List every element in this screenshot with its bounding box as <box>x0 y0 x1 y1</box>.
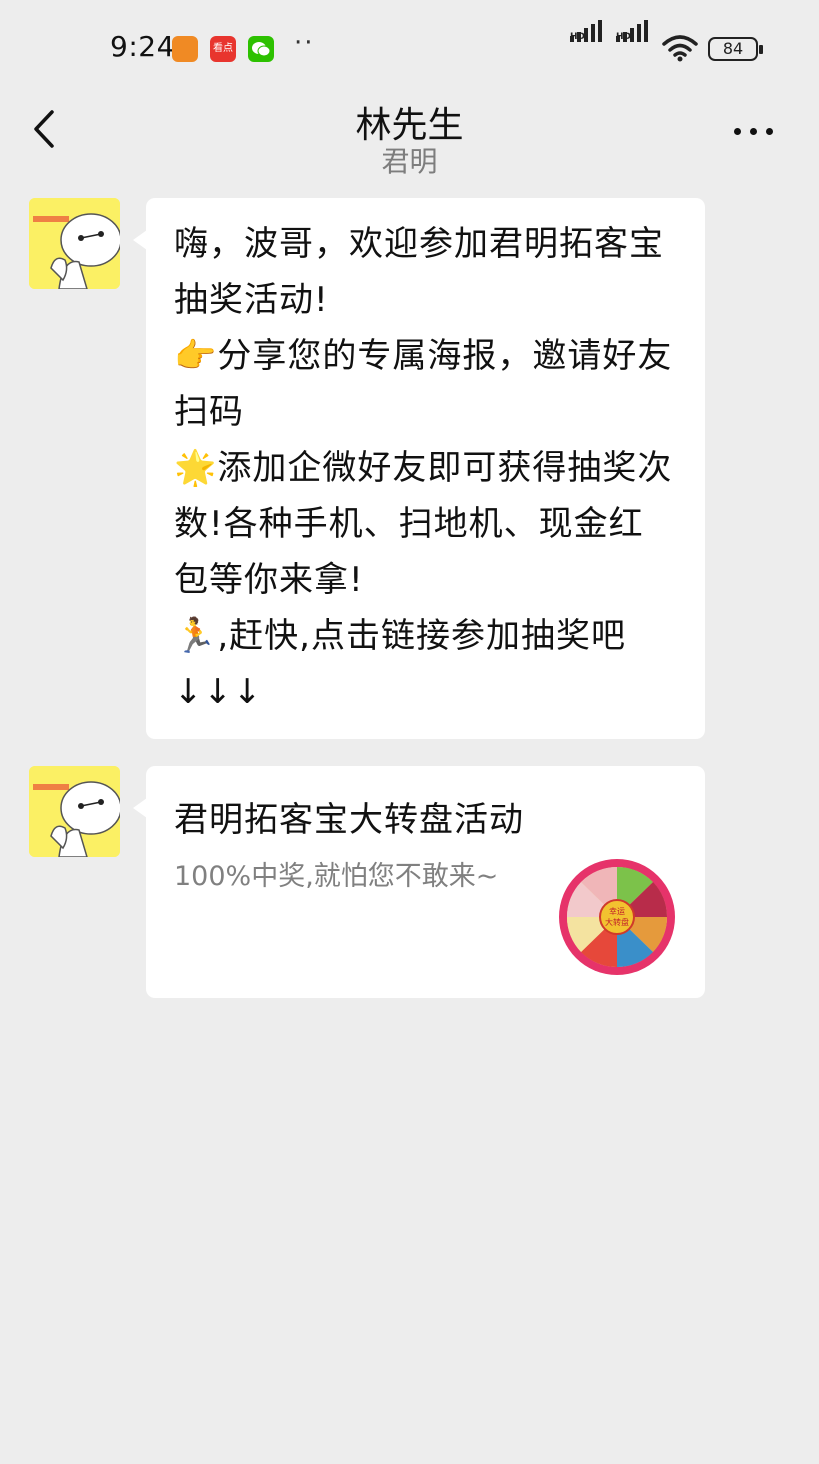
status-time: 9:24 <box>110 30 175 63</box>
chat-subtitle: 君明 <box>381 145 438 178</box>
wifi-icon <box>662 35 698 62</box>
browser-icon <box>172 36 198 62</box>
notification-more-icon: ·· <box>294 28 315 58</box>
message-bubble-text[interactable]: 嗨，波哥，欢迎参加君明拓客宝抽奖活动! 👉分享您的专属海报，邀请好友扫码 🌟添加… <box>133 198 705 739</box>
baymax-avatar-icon <box>29 198 120 289</box>
sender-avatar[interactable] <box>29 766 120 857</box>
link-card-title: 君明拓客宝大转盘活动 <box>174 800 524 840</box>
more-options-button[interactable] <box>728 112 778 148</box>
prize-wheel-icon: 幸运 大转盘 <box>559 859 675 975</box>
link-card-thumbnail: 幸运 大转盘 <box>558 858 676 976</box>
baymax-avatar-icon <box>29 766 120 857</box>
svg-text:大转盘: 大转盘 <box>605 917 629 927</box>
chat-header: 林先生 君明 <box>0 92 819 184</box>
message-text: 嗨，波哥，欢迎参加君明拓客宝抽奖活动! 👉分享您的专属海报，邀请好友扫码 🌟添加… <box>174 224 673 712</box>
wechat-icon <box>248 36 274 62</box>
message-bubble-link[interactable]: 君明拓客宝大转盘活动 100%中奖,就怕您不敢来~ 幸运 大转盘 <box>133 766 705 998</box>
sender-avatar[interactable] <box>29 198 120 289</box>
status-bar: 9:24 看点 ·· HD HD 84 <box>0 0 819 92</box>
svg-text:幸运: 幸运 <box>609 907 625 916</box>
kandian-icon: 看点 <box>210 36 236 62</box>
battery-icon: 84 <box>708 37 763 61</box>
link-card-description: 100%中奖,就怕您不敢来~ <box>174 861 499 892</box>
